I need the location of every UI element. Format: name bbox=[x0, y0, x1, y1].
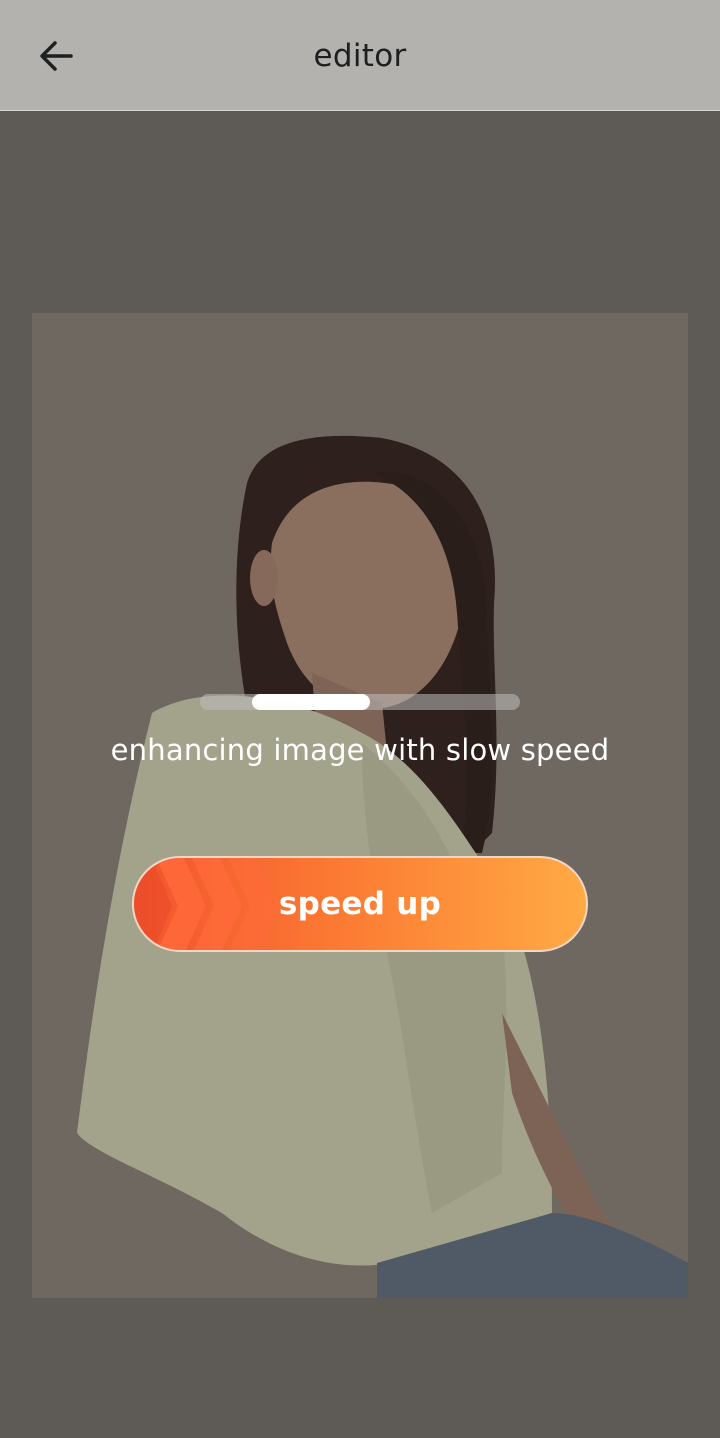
speed-up-button[interactable]: speed up bbox=[132, 856, 588, 952]
page-title: editor bbox=[313, 37, 407, 74]
progress-fill bbox=[252, 694, 371, 710]
status-text: enhancing image with slow speed bbox=[110, 733, 610, 767]
top-bar: editor bbox=[0, 0, 720, 111]
portrait-photo bbox=[32, 313, 688, 1298]
enhance-progress-bar bbox=[200, 694, 520, 710]
speed-up-label: speed up bbox=[278, 886, 442, 922]
